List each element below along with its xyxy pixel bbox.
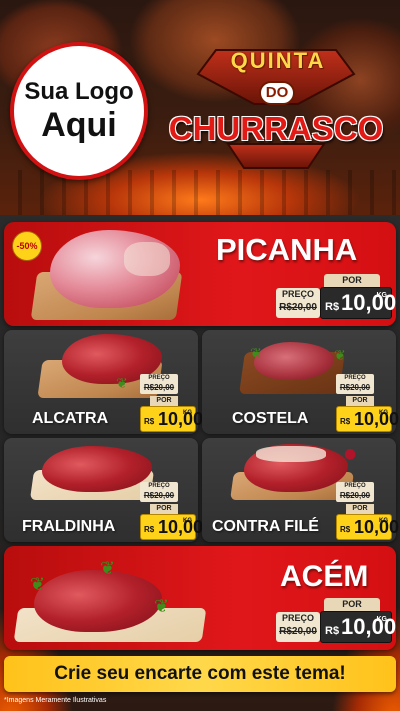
preco-label: PREÇO — [344, 483, 366, 489]
new-price-box: R$ 10,00 KG — [336, 406, 399, 432]
currency: R$ — [340, 525, 351, 534]
por-label: POR — [150, 504, 178, 514]
old-price-box: PREÇO R$20,00 — [336, 374, 374, 394]
product-card-contra-file[interactable]: ● CONTRA FILÉ PREÇO R$20,00 POR R$ 10,00… — [202, 438, 399, 542]
logo-line2: Aqui — [41, 106, 117, 144]
price-value: 10,00 — [158, 517, 204, 537]
por-label: POR — [324, 598, 380, 611]
old-price: R$20,00 — [339, 383, 371, 392]
herb-garnish: ❦ — [30, 574, 46, 595]
fat-layer — [124, 242, 170, 276]
price-value: 10,00 — [354, 517, 400, 537]
product-name-alcatra: ALCATRA — [32, 410, 109, 427]
fat-layer — [256, 446, 326, 462]
herb-garnish: ❦ — [334, 348, 346, 364]
por-label: POR — [346, 504, 374, 514]
preco-label: PREÇO — [281, 613, 314, 623]
price-block-alcatra: PREÇO R$20,00 POR R$ 10,00 KG — [140, 374, 203, 432]
preco-label: PREÇO — [344, 375, 366, 381]
preco-label: PREÇO — [281, 289, 314, 299]
title-do: DO — [259, 81, 295, 105]
currency: R$ — [325, 625, 340, 637]
product-card-acem[interactable]: ❦ ❦ ❦ ACÉM POR PREÇO R$20,00 R$ 10,00 KG — [4, 546, 396, 650]
product-card-picanha[interactable]: -50% PICANHA POR PREÇO R$20,00 R$ 10,00 … — [4, 222, 396, 326]
por-label: POR — [150, 396, 178, 406]
new-price-box: R$ 10,00 KG — [140, 406, 203, 432]
old-price: R$20,00 — [279, 626, 317, 637]
old-price-box: PREÇO R$20,00 — [336, 482, 374, 502]
unit-label: KG — [183, 518, 192, 524]
unit-label: KG — [379, 410, 388, 416]
herb-garnish: ❦ — [154, 596, 170, 617]
preco-label: PREÇO — [148, 483, 170, 489]
new-price-box: R$ 10,00 KG — [320, 611, 396, 643]
image-disclaimer: *Imagens Meramente Ilustrativas — [4, 697, 107, 704]
herb-garnish: ❦ — [250, 346, 262, 362]
preco-label: PREÇO — [148, 375, 170, 381]
old-price-box: PREÇO R$20,00 — [140, 374, 178, 394]
old-price: R$20,00 — [143, 383, 175, 392]
quinta-do-churrasco-title: QUINTA DO CHURRASCO — [158, 44, 394, 174]
unit-label: KG — [376, 616, 388, 623]
new-price-box: R$ 10,00 KG — [140, 514, 203, 540]
old-price: R$20,00 — [143, 491, 175, 500]
currency: R$ — [325, 301, 340, 313]
onion-garnish: ● — [344, 446, 357, 462]
unit-label: KG — [183, 410, 192, 416]
product-card-costela[interactable]: ❦ ❦ COSTELA PREÇO R$20,00 POR R$ 10,00 K… — [202, 330, 399, 434]
price-value: 10,00 — [341, 614, 397, 639]
title-churrasco: CHURRASCO — [168, 110, 384, 147]
product-name-costela: COSTELA — [232, 410, 309, 427]
price-value: 10,00 — [354, 409, 400, 429]
price-block-fraldinha: PREÇO R$20,00 POR R$ 10,00 KG — [140, 482, 203, 540]
unit-label: KG — [379, 518, 388, 524]
product-name-contra-file: CONTRA FILÉ — [212, 518, 319, 535]
currency: R$ — [340, 417, 351, 426]
price-block-picanha: POR PREÇO R$20,00 R$ 10,00 KG — [276, 274, 396, 322]
herb-garnish: ❦ — [100, 558, 116, 579]
price-block-costela: PREÇO R$20,00 POR R$ 10,00 KG — [336, 374, 399, 432]
product-name-picanha: PICANHA — [216, 232, 358, 267]
currency: R$ — [144, 417, 155, 426]
old-price-box: PREÇO R$20,00 — [276, 612, 320, 642]
unit-label: KG — [376, 292, 388, 299]
cta-banner[interactable]: Crie seu encarte com este tema! — [4, 656, 396, 692]
product-card-alcatra[interactable]: ❦ ALCATRA PREÇO R$20,00 POR R$ 10,00 KG — [4, 330, 203, 434]
price-value: 10,00 — [341, 290, 397, 315]
logo-line1: Sua Logo — [24, 78, 134, 105]
title-quinta: QUINTA — [230, 48, 326, 73]
old-price: R$20,00 — [279, 302, 317, 313]
por-label: POR — [324, 274, 380, 287]
price-block-contra-file: PREÇO R$20,00 POR R$ 10,00 KG — [336, 482, 399, 540]
old-price-box: PREÇO R$20,00 — [276, 288, 320, 318]
product-name-acem: ACÉM — [280, 560, 369, 593]
old-price: R$20,00 — [339, 491, 371, 500]
old-price-box: PREÇO R$20,00 — [140, 482, 178, 502]
currency: R$ — [144, 525, 155, 534]
price-block-acem: POR PREÇO R$20,00 R$ 10,00 KG — [276, 598, 396, 646]
price-value: 10,00 — [158, 409, 204, 429]
new-price-box: R$ 10,00 KG — [336, 514, 399, 540]
product-name-fraldinha: FRALDINHA — [22, 518, 116, 535]
herb-garnish: ❦ — [116, 376, 128, 392]
store-logo-placeholder[interactable]: Sua Logo Aqui — [10, 42, 148, 180]
discount-badge: -50% — [12, 231, 42, 261]
new-price-box: R$ 10,00 KG — [320, 287, 396, 319]
por-label: POR — [346, 396, 374, 406]
product-card-fraldinha[interactable]: FRALDINHA PREÇO R$20,00 POR R$ 10,00 KG — [4, 438, 203, 542]
